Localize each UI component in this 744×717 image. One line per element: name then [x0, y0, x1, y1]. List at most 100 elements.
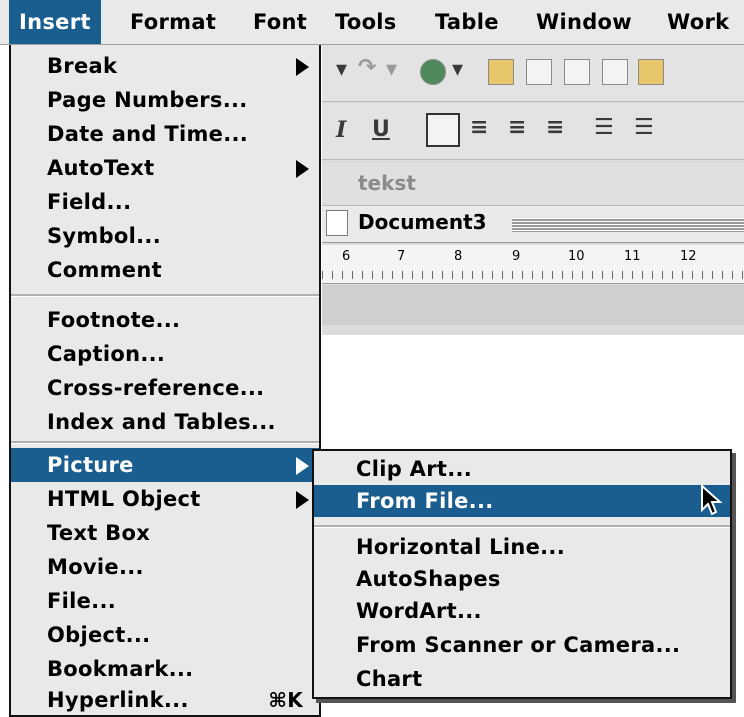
submenu-arrow-icon: [296, 457, 309, 475]
submenu-item-wordart[interactable]: WordArt...: [314, 595, 730, 627]
submenu-arrow-icon: [296, 58, 309, 76]
menu-item-autotext[interactable]: AutoText: [11, 151, 319, 185]
menu-item-label: Cross-reference...: [47, 376, 265, 400]
justify-icon[interactable]: ≡: [546, 115, 564, 140]
redo-icon[interactable]: ↷: [358, 55, 376, 80]
document-title: Document3: [358, 210, 487, 234]
columns-icon[interactable]: [564, 59, 590, 85]
menu-item-break[interactable]: Break: [11, 49, 319, 83]
ruler[interactable]: 6 7 8 9 10 11 12: [322, 245, 744, 284]
align-right-icon[interactable]: ≡: [508, 115, 526, 140]
menu-item-label: Symbol...: [47, 224, 161, 248]
menu-insert[interactable]: Insert: [9, 0, 101, 44]
menu-item-movie[interactable]: Movie...: [11, 550, 319, 584]
web-icon[interactable]: [420, 59, 446, 85]
submenu-item-autoshapes[interactable]: AutoShapes: [314, 563, 730, 595]
menu-format[interactable]: Format: [120, 0, 226, 44]
ruler-number: 10: [568, 249, 585, 264]
behind-doc-title: tekst: [358, 171, 416, 195]
menu-item-index-tables[interactable]: Index and Tables...: [11, 405, 319, 439]
menu-item-bookmark[interactable]: Bookmark...: [11, 652, 319, 686]
menu-item-field[interactable]: Field...: [11, 185, 319, 219]
hyperlink-shortcut: ⌘K: [268, 688, 303, 712]
menu-item-cross-reference[interactable]: Cross-reference...: [11, 371, 319, 405]
menu-item-label: Clip Art...: [356, 457, 473, 481]
ruler-gutter: [322, 285, 744, 325]
document-map-icon[interactable]: [638, 59, 664, 85]
submenu-arrow-icon: [296, 491, 309, 509]
ruler-number: 12: [680, 249, 697, 264]
insert-menu: Break Page Numbers... Date and Time... A…: [9, 45, 321, 717]
menu-item-date-time[interactable]: Date and Time...: [11, 117, 319, 151]
italic-button[interactable]: I: [336, 117, 346, 143]
mouse-pointer-icon: [701, 484, 723, 516]
insert-table-icon[interactable]: [526, 59, 552, 85]
menu-item-label: Bookmark...: [47, 657, 194, 681]
submenu-arrow-icon: [296, 160, 309, 178]
menu-item-label: Object...: [47, 623, 151, 647]
align-left-icon[interactable]: [426, 113, 460, 147]
menu-separator: [314, 525, 730, 528]
menu-item-label: Date and Time...: [47, 122, 249, 146]
ruler-number: 8: [454, 249, 463, 264]
menu-item-label: Chart: [356, 667, 423, 691]
undo-dropdown-icon[interactable]: ▾: [336, 57, 347, 82]
menu-font[interactable]: Font: [243, 0, 317, 44]
menu-item-picture[interactable]: Picture: [11, 448, 319, 482]
menu-item-text-box[interactable]: Text Box: [11, 516, 319, 550]
menu-item-label: Movie...: [47, 555, 144, 579]
menu-item-label: Text Box: [47, 521, 151, 545]
menu-item-label: Index and Tables...: [47, 410, 276, 434]
menu-item-label: Comment: [47, 258, 162, 282]
menu-table[interactable]: Table: [425, 0, 509, 44]
menu-bar: Insert Format Font Tools Table Window Wo…: [0, 0, 744, 45]
standard-toolbar: ▾ ↷ ▾ ▾: [322, 45, 744, 102]
submenu-item-clip-art[interactable]: Clip Art...: [314, 453, 730, 485]
menu-item-label: Field...: [47, 190, 132, 214]
numbering-icon[interactable]: ☰: [594, 115, 614, 140]
ruler-number: 11: [624, 249, 641, 264]
menu-item-caption[interactable]: Caption...: [11, 337, 319, 371]
tables-borders-icon[interactable]: [488, 59, 514, 85]
menu-separator: [11, 294, 319, 297]
menu-item-label: AutoText: [47, 156, 155, 180]
menu-window[interactable]: Window: [526, 0, 642, 44]
menu-separator: [11, 441, 319, 444]
document-title-bar[interactable]: Document3: [322, 205, 744, 243]
menu-item-label: WordArt...: [356, 599, 482, 623]
ruler-number: 7: [397, 249, 406, 264]
menu-work[interactable]: Work: [657, 0, 739, 44]
menu-item-hyperlink[interactable]: Hyperlink... ⌘K: [11, 683, 319, 717]
title-bar-stripes: [512, 218, 744, 232]
menu-item-label: Hyperlink...: [47, 688, 189, 712]
menu-item-html-object[interactable]: HTML Object: [11, 482, 319, 516]
picture-submenu: Clip Art... From File... Horizontal Line…: [312, 449, 732, 699]
menu-item-file[interactable]: File...: [11, 584, 319, 618]
menu-item-label: Caption...: [47, 342, 166, 366]
drawing-icon[interactable]: [602, 59, 628, 85]
submenu-item-chart[interactable]: Chart: [314, 663, 730, 695]
underline-button[interactable]: U: [372, 117, 390, 142]
submenu-item-from-file[interactable]: From File...: [314, 485, 730, 517]
menu-item-label: HTML Object: [47, 487, 201, 511]
align-center-icon[interactable]: ≡: [470, 115, 488, 140]
menu-item-symbol[interactable]: Symbol...: [11, 219, 319, 253]
redo-dropdown-icon[interactable]: ▾: [386, 57, 397, 82]
menu-item-label: From File...: [356, 489, 494, 513]
menu-item-comment[interactable]: Comment: [11, 253, 319, 287]
menu-tools[interactable]: Tools: [325, 0, 407, 44]
menu-item-label: Footnote...: [47, 308, 181, 332]
ruler-number: 6: [342, 249, 351, 264]
submenu-item-scanner-camera[interactable]: From Scanner or Camera...: [314, 629, 730, 661]
submenu-item-horizontal-line[interactable]: Horizontal Line...: [314, 531, 730, 563]
menu-item-label: Page Numbers...: [47, 88, 248, 112]
bullets-icon[interactable]: ☰: [634, 115, 654, 140]
menu-item-object[interactable]: Object...: [11, 618, 319, 652]
menu-item-label: From Scanner or Camera...: [356, 633, 681, 657]
menu-item-page-numbers[interactable]: Page Numbers...: [11, 83, 319, 117]
menu-item-footnote[interactable]: Footnote...: [11, 303, 319, 337]
menu-item-label: AutoShapes: [356, 567, 501, 591]
formatting-toolbar: I U ≡ ≡ ≡ ☰ ☰: [322, 103, 744, 160]
word-window: ▾ ↷ ▾ ▾ I U ≡ ≡ ≡ ☰ ☰ tekst Document3 6 …: [322, 45, 744, 335]
web-dropdown-icon[interactable]: ▾: [452, 57, 463, 82]
